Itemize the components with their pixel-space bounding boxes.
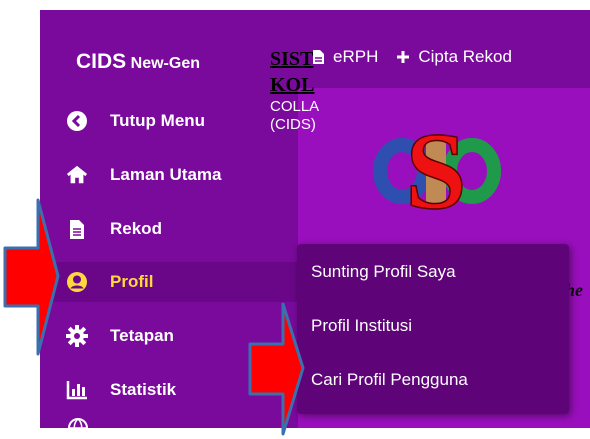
sidebar-item-rekod[interactable]: Rekod <box>40 209 298 249</box>
topbar-cipta-rekod-link[interactable]: Cipta Rekod <box>396 47 512 67</box>
top-navbar: eRPH Cipta Rekod <box>298 32 512 82</box>
user-circle-icon <box>66 271 88 293</box>
document-icon <box>66 218 88 240</box>
sidebar-item-label: Tetapan <box>110 326 174 345</box>
sidebar-item-label: Tutup Menu <box>110 111 206 130</box>
brand-name: CIDS <box>76 50 127 73</box>
system-subtitle: COLLA (CIDS) <box>270 98 319 134</box>
system-title-line1: SIST <box>270 48 314 70</box>
dropdown-item-cari-profil-pengguna[interactable]: Cari Profil Pengguna <box>311 370 468 390</box>
dropdown-item-sunting-profil-saya[interactable]: Sunting Profil Saya <box>311 262 456 282</box>
red-arrow-pointer-icon <box>3 198 60 356</box>
sidebar-item-label: Laman Utama <box>110 165 222 184</box>
sidebar-item-label: Profil <box>110 272 154 291</box>
cids-logo: S <box>368 109 504 233</box>
system-subtitle-line1: COLLA <box>270 98 320 115</box>
system-subtitle-line2: (CIDS) <box>270 116 316 133</box>
system-title[interactable]: SIST KOL <box>270 46 314 98</box>
svg-text:S: S <box>405 122 466 220</box>
app-window: CIDS New-Gen Tutup Menu Laman Utama Reko… <box>40 10 590 428</box>
red-arrow-pointer-icon <box>248 302 305 436</box>
dropdown-item-profil-institusi[interactable]: Profil Institusi <box>311 316 412 336</box>
sidebar-item-profil[interactable]: Profil <box>40 262 298 302</box>
globe-icon[interactable] <box>68 418 88 428</box>
brand-edition: New-Gen <box>130 55 200 72</box>
sidebar-item-label: Statistik <box>110 380 177 399</box>
plus-icon <box>397 51 410 63</box>
topbar-cipta-rekod-label: Cipta Rekod <box>418 47 512 66</box>
sidebar-item-laman-utama[interactable]: Laman Utama <box>40 155 298 195</box>
topbar-erph-label: eRPH <box>333 47 379 66</box>
sidebar-item-tutup-menu[interactable]: Tutup Menu <box>40 101 298 141</box>
system-title-line2: KOL <box>270 74 315 96</box>
profil-dropdown-menu: Sunting Profil Saya Profil Institusi Car… <box>297 244 569 414</box>
sidebar-item-label: Rekod <box>110 219 162 238</box>
topbar-erph-link[interactable]: eRPH <box>312 47 378 67</box>
gear-icon <box>66 325 88 347</box>
chevron-left-circle-icon <box>66 110 88 132</box>
brand-logo[interactable]: CIDS New-Gen <box>76 50 200 74</box>
home-icon <box>66 164 88 186</box>
bar-chart-icon <box>66 379 88 401</box>
